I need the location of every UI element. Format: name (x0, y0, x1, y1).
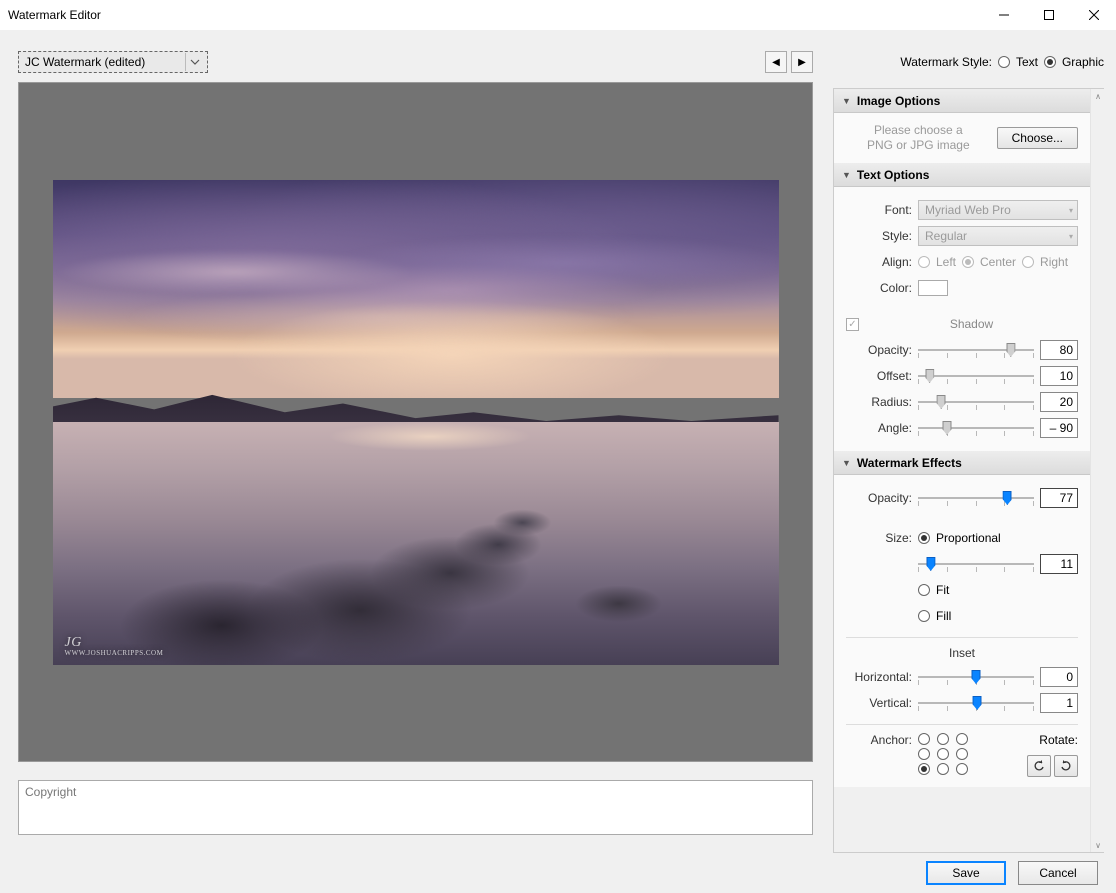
shadow-offset-input (1040, 366, 1078, 386)
anchor-br[interactable] (956, 763, 968, 775)
effects-opacity-label: Opacity: (846, 491, 912, 505)
align-center-radio (962, 256, 974, 268)
anchor-tc[interactable] (937, 733, 949, 745)
copyright-textarea[interactable]: Copyright (18, 780, 813, 835)
align-right-radio (1022, 256, 1034, 268)
inset-vertical-label: Vertical: (846, 696, 912, 710)
anchor-tr[interactable] (956, 733, 968, 745)
rotate-label: Rotate: (1027, 733, 1078, 747)
image-hint-line1: Please choose a (846, 123, 991, 138)
style-text-label: Text (1016, 55, 1038, 69)
cancel-button[interactable]: Cancel (1018, 861, 1098, 885)
anchor-mr[interactable] (956, 748, 968, 760)
style-graphic-radio[interactable] (1044, 56, 1056, 68)
next-image-button[interactable]: ▶ (791, 51, 813, 73)
inset-horizontal-label: Horizontal: (846, 670, 912, 684)
font-dropdown: Myriad Web Pro ▾ (918, 200, 1078, 220)
anchor-bc[interactable] (937, 763, 949, 775)
size-fill-radio[interactable] (918, 610, 930, 622)
inset-vertical-input[interactable] (1040, 693, 1078, 713)
shadow-checkbox: ✓ (846, 318, 859, 331)
anchor-bl[interactable] (918, 763, 930, 775)
size-fit-radio[interactable] (918, 584, 930, 596)
rotate-right-button[interactable] (1054, 755, 1078, 777)
watermark-style-label: Watermark Style: (900, 55, 992, 69)
disclosure-triangle-icon: ▼ (842, 458, 851, 468)
panel-scrollbar[interactable]: ∧ ∨ (1090, 89, 1104, 852)
window-title: Watermark Editor (8, 8, 981, 22)
shadow-radius-input (1040, 392, 1078, 412)
maximize-button[interactable] (1026, 0, 1071, 30)
copyright-placeholder: Copyright (25, 785, 76, 799)
save-button[interactable]: Save (926, 861, 1006, 885)
chevron-down-icon (185, 53, 203, 71)
shadow-angle-input (1040, 418, 1078, 438)
preview-photo: JG WWW.JOSHUACRIPPS.COM (53, 180, 779, 665)
dialog-footer: Save Cancel (0, 853, 1116, 893)
scroll-up-icon[interactable]: ∧ (1091, 89, 1104, 103)
inset-title: Inset (846, 646, 1078, 660)
font-label: Font: (846, 203, 912, 217)
inset-horizontal-slider[interactable] (918, 667, 1034, 687)
shadow-opacity-input (1040, 340, 1078, 360)
size-slider[interactable] (918, 554, 1034, 574)
anchor-label: Anchor: (846, 733, 912, 747)
effects-opacity-slider[interactable] (918, 488, 1034, 508)
image-hint-line2: PNG or JPG image (846, 138, 991, 153)
size-input[interactable] (1040, 554, 1078, 574)
style-label: Style: (846, 229, 912, 243)
style-text-radio[interactable] (998, 56, 1010, 68)
inset-horizontal-input[interactable] (1040, 667, 1078, 687)
shadow-radius-slider (918, 392, 1034, 412)
shadow-opacity-slider (918, 340, 1034, 360)
image-options-header[interactable]: ▼ Image Options (834, 89, 1090, 113)
shadow-title: Shadow (865, 317, 1078, 331)
prev-image-button[interactable]: ◀ (765, 51, 787, 73)
font-style-dropdown: Regular ▾ (918, 226, 1078, 246)
minimize-button[interactable] (981, 0, 1026, 30)
chevron-down-icon: ▾ (1069, 206, 1073, 215)
align-left-radio (918, 256, 930, 268)
effects-opacity-input[interactable] (1040, 488, 1078, 508)
size-label: Size: (846, 531, 912, 545)
anchor-grid (918, 733, 972, 775)
choose-image-button[interactable]: Choose... (997, 127, 1078, 149)
scroll-down-icon[interactable]: ∨ (1091, 838, 1104, 852)
watermark-effects-header[interactable]: ▼ Watermark Effects (834, 451, 1090, 475)
preview-area: JG WWW.JOSHUACRIPPS.COM (18, 82, 813, 762)
rotate-left-button[interactable] (1027, 755, 1051, 777)
close-button[interactable] (1071, 0, 1116, 30)
shadow-angle-label: Angle: (846, 421, 912, 435)
shadow-offset-label: Offset: (846, 369, 912, 383)
title-bar: Watermark Editor (0, 0, 1116, 30)
shadow-offset-slider (918, 366, 1034, 386)
shadow-opacity-label: Opacity: (846, 343, 912, 357)
watermark-on-photo: JG WWW.JOSHUACRIPPS.COM (65, 635, 164, 657)
anchor-ml[interactable] (918, 748, 930, 760)
color-swatch (918, 280, 948, 296)
size-proportional-radio[interactable] (918, 532, 930, 544)
disclosure-triangle-icon: ▼ (842, 170, 851, 180)
chevron-down-icon: ▾ (1069, 232, 1073, 241)
shadow-radius-label: Radius: (846, 395, 912, 409)
align-label: Align: (846, 255, 912, 269)
text-options-header[interactable]: ▼ Text Options (834, 163, 1090, 187)
color-label: Color: (846, 281, 912, 295)
preset-selected-label: JC Watermark (edited) (25, 55, 145, 69)
shadow-angle-slider (918, 418, 1034, 438)
preset-dropdown[interactable]: JC Watermark (edited) (18, 51, 208, 73)
style-graphic-label: Graphic (1062, 55, 1104, 69)
anchor-tl[interactable] (918, 733, 930, 745)
disclosure-triangle-icon: ▼ (842, 96, 851, 106)
inset-vertical-slider[interactable] (918, 693, 1034, 713)
anchor-mc[interactable] (937, 748, 949, 760)
